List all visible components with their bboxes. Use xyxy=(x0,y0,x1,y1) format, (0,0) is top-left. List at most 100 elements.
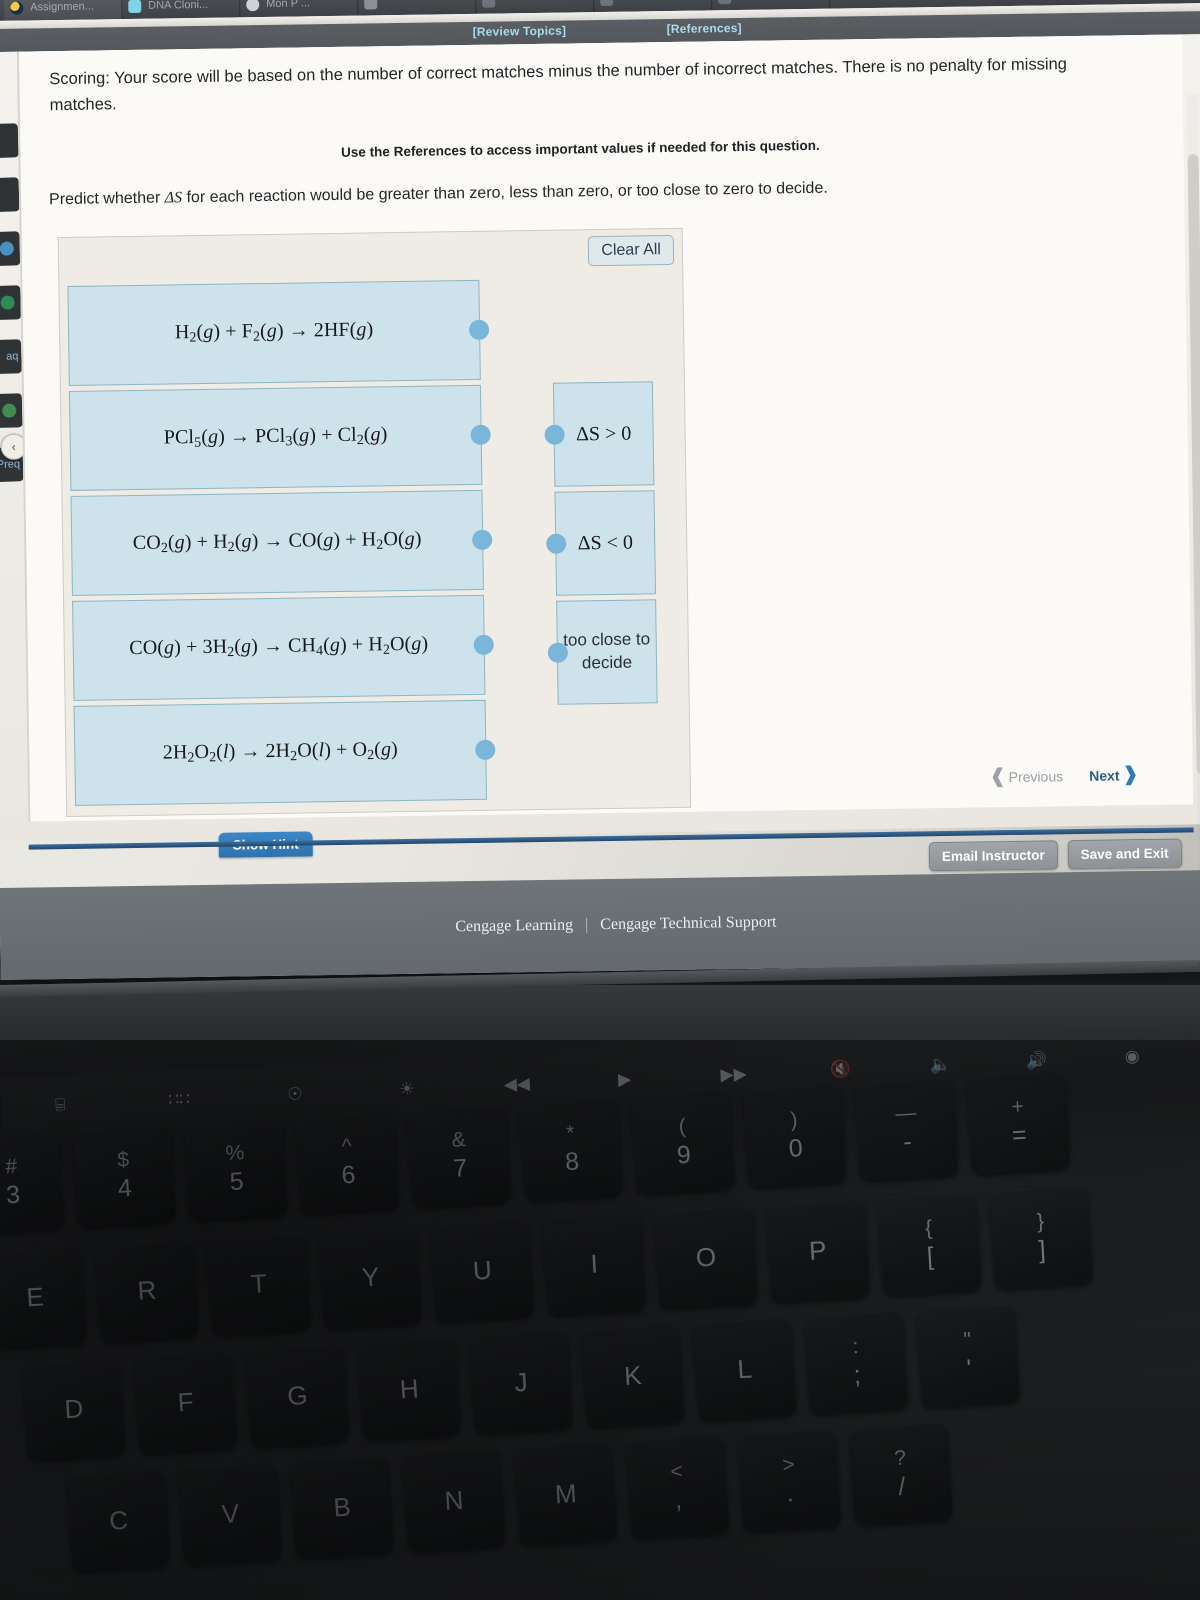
key-u[interactable]: U xyxy=(430,1218,535,1323)
reaction-tile-5[interactable]: 2H2O2(l) → 2H2O(l) + O2(g) xyxy=(73,699,496,806)
save-and-exit-button[interactable]: Save and Exit xyxy=(1067,838,1182,870)
answer-label: ΔS < 0 xyxy=(577,531,634,554)
key-p[interactable]: P xyxy=(765,1198,870,1303)
bookmark-item[interactable] xyxy=(0,123,19,159)
key-bottom-label: U xyxy=(472,1254,493,1286)
key-h[interactable]: H xyxy=(357,1336,462,1441)
key-m[interactable]: M xyxy=(513,1441,618,1546)
laptop-screen: Assignmen... DNA Clonі... Mon P ... [Rev… xyxy=(0,0,1200,981)
key-equals[interactable]: + = xyxy=(966,1070,1071,1175)
key-top-label: — xyxy=(894,1101,917,1126)
connector-nub-icon[interactable] xyxy=(468,319,490,341)
key-6[interactable]: ^ 6 xyxy=(295,1110,400,1214)
browser-tab-dna-cloning[interactable]: DNA Clonі... xyxy=(122,0,241,20)
answer-tile-delta-s-negative[interactable]: ΔS < 0 xyxy=(546,490,657,596)
key-0[interactable]: ) 0 xyxy=(743,1083,847,1188)
key-e[interactable]: E xyxy=(0,1245,87,1349)
key-d[interactable]: D xyxy=(22,1356,126,1461)
browser-tab-assignment[interactable]: Assignmen... xyxy=(4,0,123,21)
reaction-tile-1[interactable]: H2(g) + F2(g) → 2HF(g) xyxy=(67,279,490,386)
connector-nub-icon[interactable] xyxy=(546,533,567,554)
key-bracket-left[interactable]: {[ xyxy=(877,1191,982,1296)
key-j[interactable]: J xyxy=(469,1330,573,1434)
key-minus[interactable]: — - xyxy=(854,1077,959,1181)
key-7[interactable]: & 7 xyxy=(407,1103,512,1208)
blank-favicon-icon xyxy=(600,0,614,6)
answer-tile-too-close-to-decide[interactable]: too close to decide xyxy=(547,599,658,705)
references-link[interactable]: [References] xyxy=(667,21,742,36)
connector-nub-icon[interactable] xyxy=(544,424,565,445)
key-9[interactable]: (9 xyxy=(631,1090,735,1194)
screenshot-root: Assignmen... DNA Clonі... Mon P ... [Rev… xyxy=(0,0,1200,1600)
key-bottom-label: P xyxy=(808,1234,828,1266)
key-y[interactable]: Y xyxy=(318,1225,423,1329)
key-bottom-label: L xyxy=(736,1353,753,1385)
key-k[interactable]: K xyxy=(581,1323,685,1428)
key-4[interactable]: $4 xyxy=(72,1123,176,1228)
reaction-formula: CO2(g) + H2(g) → CO(g) + H2O(g) xyxy=(132,527,422,557)
review-topics-link[interactable]: [Review Topics] xyxy=(473,24,567,39)
key-bottom-label: B xyxy=(332,1491,352,1523)
key-top-label: ) xyxy=(789,1108,799,1132)
reaction-tile-3[interactable]: CO2(g) + H2(g) → CO(g) + H2O(g) xyxy=(70,489,493,596)
key-3[interactable]: #3 xyxy=(0,1130,65,1234)
connector-nub-icon[interactable] xyxy=(470,424,491,445)
key-5[interactable]: % 5 xyxy=(184,1116,288,1221)
key-bottom-label: , xyxy=(674,1485,683,1515)
key-comma[interactable]: <, xyxy=(625,1435,730,1539)
key-top-label: " xyxy=(962,1328,972,1352)
bookmark-item[interactable] xyxy=(0,393,23,429)
key-quote[interactable]: " ' xyxy=(916,1303,1021,1408)
key-i[interactable]: I xyxy=(542,1211,646,1316)
key-f[interactable]: F xyxy=(133,1350,238,1454)
bookmark-dot-icon xyxy=(0,295,15,310)
connector-nub-icon[interactable] xyxy=(473,634,494,655)
assignment-page: aq Preq ‹ Scoring: Your score will be ba… xyxy=(0,33,1200,872)
key-b[interactable]: B xyxy=(290,1455,394,1559)
answer-tile-delta-s-positive[interactable]: ΔS > 0 xyxy=(544,381,655,487)
key-top-label: * xyxy=(565,1121,576,1146)
reaction-tile-4[interactable]: CO(g) + 3H2(g) → CH4(g) + H2O(g) xyxy=(72,594,494,701)
key-v[interactable]: V xyxy=(178,1461,283,1566)
bookmark-label: Preq xyxy=(0,458,21,472)
use-references-note: Use the References to access important v… xyxy=(341,137,820,160)
bookmark-item[interactable] xyxy=(0,231,21,267)
key-8[interactable]: * 8 xyxy=(519,1096,624,1201)
bookmark-item[interactable] xyxy=(0,177,20,213)
key-top-label: { xyxy=(924,1216,933,1240)
key-o[interactable]: O xyxy=(654,1205,758,1309)
key-t[interactable]: T xyxy=(206,1231,311,1336)
previous-button[interactable]: ❰ Previous xyxy=(990,764,1064,788)
key-bottom-label: R xyxy=(136,1274,158,1306)
connector-nub-icon[interactable] xyxy=(475,739,496,760)
key-slash[interactable]: ? / xyxy=(849,1421,953,1526)
key-r[interactable]: R xyxy=(95,1238,199,1343)
browser-tab-3[interactable]: Mon P ... xyxy=(240,0,359,18)
cengage-learning-link[interactable]: Cengage Learning xyxy=(455,917,573,937)
bookmark-label: aq xyxy=(5,350,19,363)
key-l[interactable]: L xyxy=(692,1317,797,1421)
key-period[interactable]: >. xyxy=(737,1428,842,1533)
cengage-technical-support-link[interactable]: Cengage Technical Support xyxy=(600,914,777,935)
answer-label: too close to decide xyxy=(563,629,651,673)
next-button[interactable]: Next ❱ xyxy=(1089,763,1139,787)
email-instructor-button[interactable]: Email Instructor xyxy=(928,840,1058,872)
key-c[interactable]: C xyxy=(66,1468,171,1573)
key-g[interactable]: G xyxy=(245,1343,350,1448)
key-bracket-right[interactable]: }] xyxy=(989,1185,1094,1289)
key-top-label: } xyxy=(1036,1209,1045,1234)
connector-nub-icon[interactable] xyxy=(472,529,493,550)
key-bottom-label: 8 xyxy=(564,1147,580,1177)
answer-label: ΔS > 0 xyxy=(575,422,632,445)
blank-favicon-icon xyxy=(718,0,732,4)
dark-favicon-icon xyxy=(364,0,378,10)
reaction-tile-2[interactable]: PCl5(g) → PCl3(g) + Cl2(g) xyxy=(68,384,491,491)
bookmark-item[interactable]: aq xyxy=(0,339,22,375)
clear-all-button[interactable]: Clear All xyxy=(588,234,675,267)
bookmark-item[interactable] xyxy=(0,285,22,321)
key-top-label: : xyxy=(851,1335,860,1359)
key-top-label: & xyxy=(450,1128,467,1152)
key-semicolon[interactable]: :; xyxy=(804,1310,909,1415)
key-n[interactable]: N xyxy=(402,1448,506,1553)
key-bottom-label: G xyxy=(286,1379,309,1412)
